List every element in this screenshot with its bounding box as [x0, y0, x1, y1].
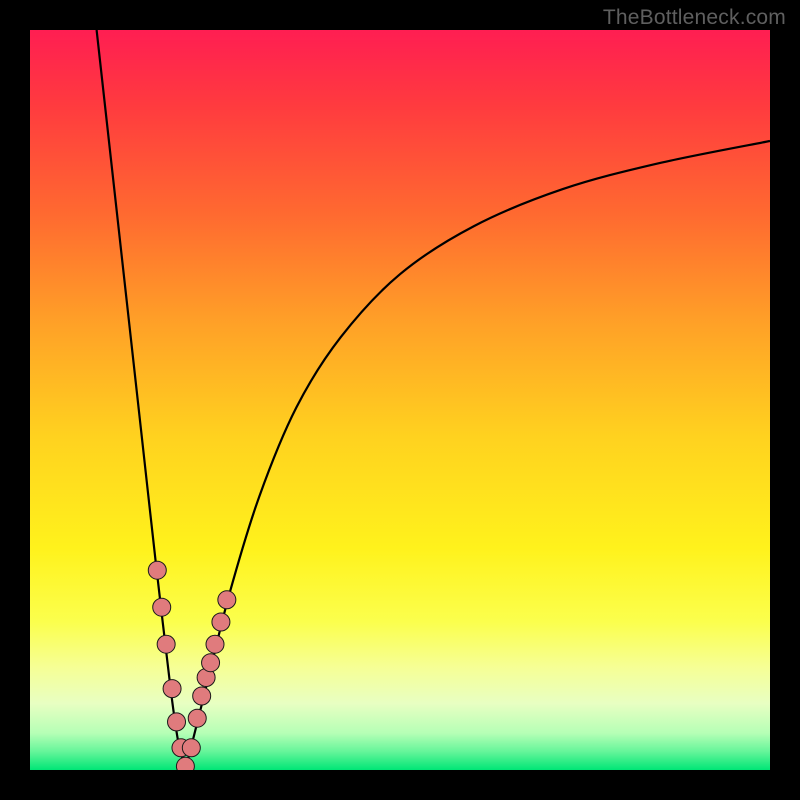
- curve-right-branch: [185, 141, 770, 770]
- data-marker: [218, 591, 236, 609]
- data-marker: [188, 709, 206, 727]
- chart-overlay: [30, 30, 770, 770]
- data-marker: [182, 739, 200, 757]
- data-marker: [193, 687, 211, 705]
- data-marker: [206, 635, 224, 653]
- marker-group: [148, 561, 236, 770]
- data-marker: [157, 635, 175, 653]
- data-marker: [163, 680, 181, 698]
- data-marker: [202, 654, 220, 672]
- watermark-text: TheBottleneck.com: [603, 6, 786, 30]
- data-marker: [148, 561, 166, 579]
- data-marker: [176, 757, 194, 770]
- curve-left-branch: [97, 30, 186, 770]
- data-marker: [212, 613, 230, 631]
- data-marker: [168, 713, 186, 731]
- plot-area: [30, 30, 770, 770]
- data-marker: [153, 598, 171, 616]
- chart-frame: TheBottleneck.com: [0, 0, 800, 800]
